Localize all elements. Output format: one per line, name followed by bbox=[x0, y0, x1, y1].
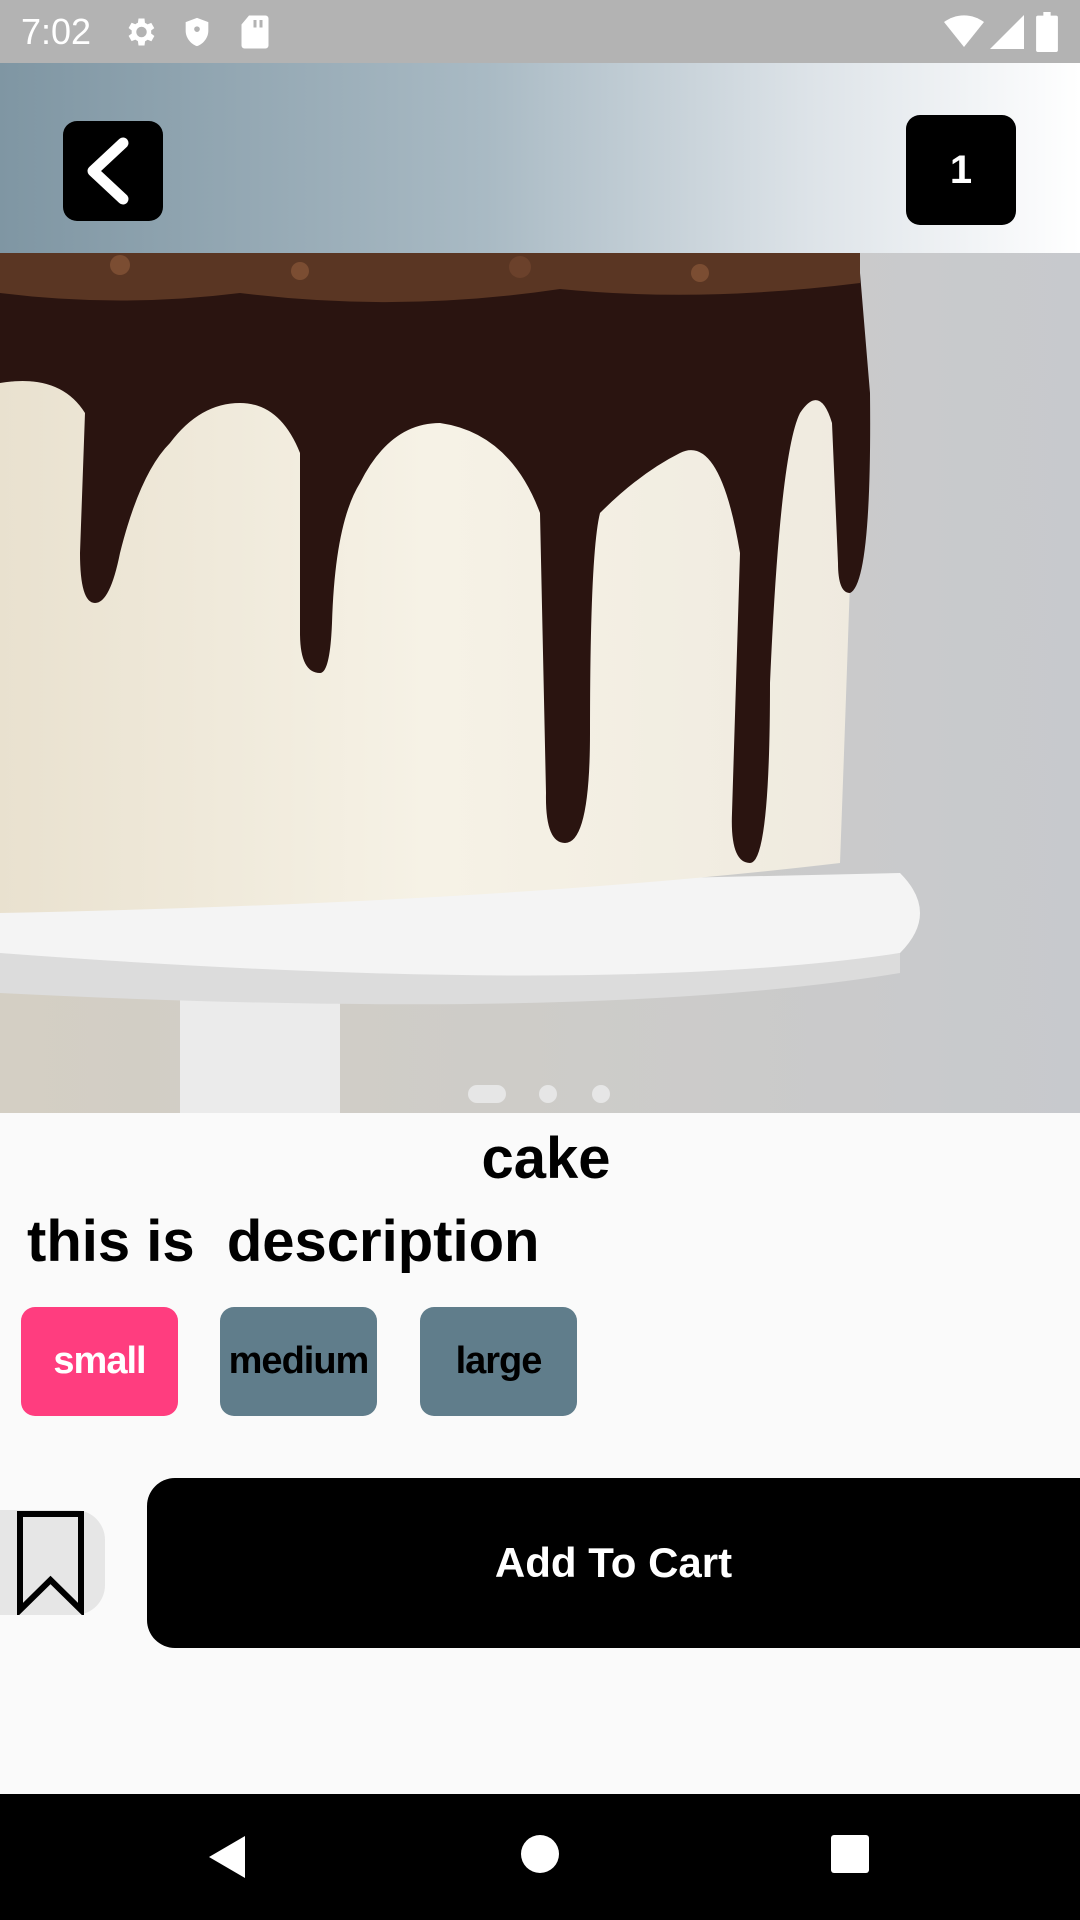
wifi-icon bbox=[944, 15, 984, 48]
nav-back-icon[interactable] bbox=[205, 1834, 251, 1880]
battery-icon bbox=[1036, 12, 1058, 52]
carousel-indicator bbox=[0, 1085, 1080, 1105]
product-image-gallery[interactable]: 1 bbox=[0, 63, 1080, 1113]
add-to-cart-button[interactable]: Add To Cart bbox=[147, 1478, 1080, 1648]
size-option-large[interactable]: large bbox=[420, 1307, 577, 1416]
chocolate-drip-cake-photo bbox=[0, 253, 1080, 1113]
indicator-dot-active[interactable] bbox=[468, 1085, 506, 1103]
indicator-dot[interactable] bbox=[539, 1085, 557, 1103]
product-title: cake bbox=[481, 1126, 611, 1191]
sd-card-icon bbox=[241, 15, 269, 49]
product-description: this is description bbox=[27, 1209, 540, 1274]
status-bar: 7:02 bbox=[0, 0, 1080, 63]
status-time: 7:02 bbox=[21, 11, 92, 52]
size-option-medium[interactable]: medium bbox=[220, 1307, 377, 1416]
bookmark-button[interactable] bbox=[0, 1510, 105, 1618]
system-nav-bar bbox=[0, 1794, 1080, 1920]
size-option-small[interactable]: small bbox=[21, 1307, 178, 1416]
signal-icon bbox=[990, 15, 1024, 49]
gear-icon bbox=[128, 18, 155, 46]
cake-photo bbox=[0, 253, 1080, 1113]
cart-count-button[interactable]: 1 bbox=[906, 115, 1016, 225]
shield-icon bbox=[185, 17, 209, 47]
nav-recents-icon[interactable] bbox=[830, 1834, 870, 1874]
chevron-left-icon bbox=[87, 137, 129, 205]
bookmark-icon bbox=[17, 1511, 84, 1618]
back-button[interactable] bbox=[63, 121, 163, 221]
indicator-dot[interactable] bbox=[592, 1085, 610, 1103]
nav-home-icon[interactable] bbox=[520, 1834, 560, 1874]
